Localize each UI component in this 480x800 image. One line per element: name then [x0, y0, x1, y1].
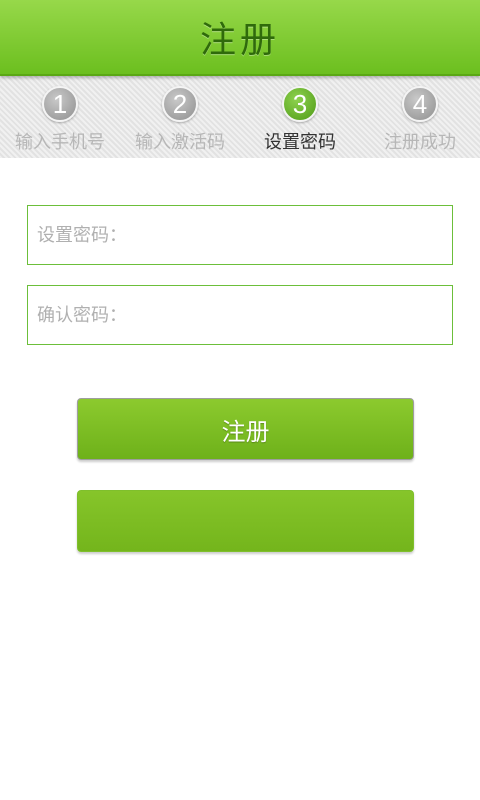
password-input[interactable] [28, 206, 452, 264]
confirm-password-field[interactable] [27, 285, 453, 345]
step-label-4: 注册成功 [384, 132, 456, 153]
title-bar: 注册 [0, 0, 480, 76]
step-label-1: 输入手机号 [15, 132, 105, 153]
step-number-2: 2 [162, 86, 198, 122]
password-field[interactable] [27, 205, 453, 265]
register-button-label: 注册 [221, 417, 270, 446]
confirm-password-input[interactable] [28, 286, 452, 344]
step-registration-success: 4 注册成功 [360, 76, 480, 158]
step-enter-activation-code: 2 输入激活码 [120, 76, 240, 158]
registration-steps: 1 输入手机号 2 输入激活码 3 设置密码 4 注册成功 [0, 76, 480, 158]
step-set-password: 3 设置密码 [240, 76, 360, 158]
step-label-3: 设置密码 [264, 132, 336, 153]
step-label-2: 输入激活码 [135, 132, 225, 153]
step-number-1: 1 [42, 86, 78, 122]
step-enter-phone: 1 输入手机号 [0, 76, 120, 158]
step-number-4: 4 [402, 86, 438, 122]
secondary-button[interactable] [77, 490, 414, 552]
step-number-3: 3 [282, 86, 318, 122]
register-button[interactable]: 注册 [77, 398, 414, 460]
page-title: 注册 [199, 20, 280, 61]
